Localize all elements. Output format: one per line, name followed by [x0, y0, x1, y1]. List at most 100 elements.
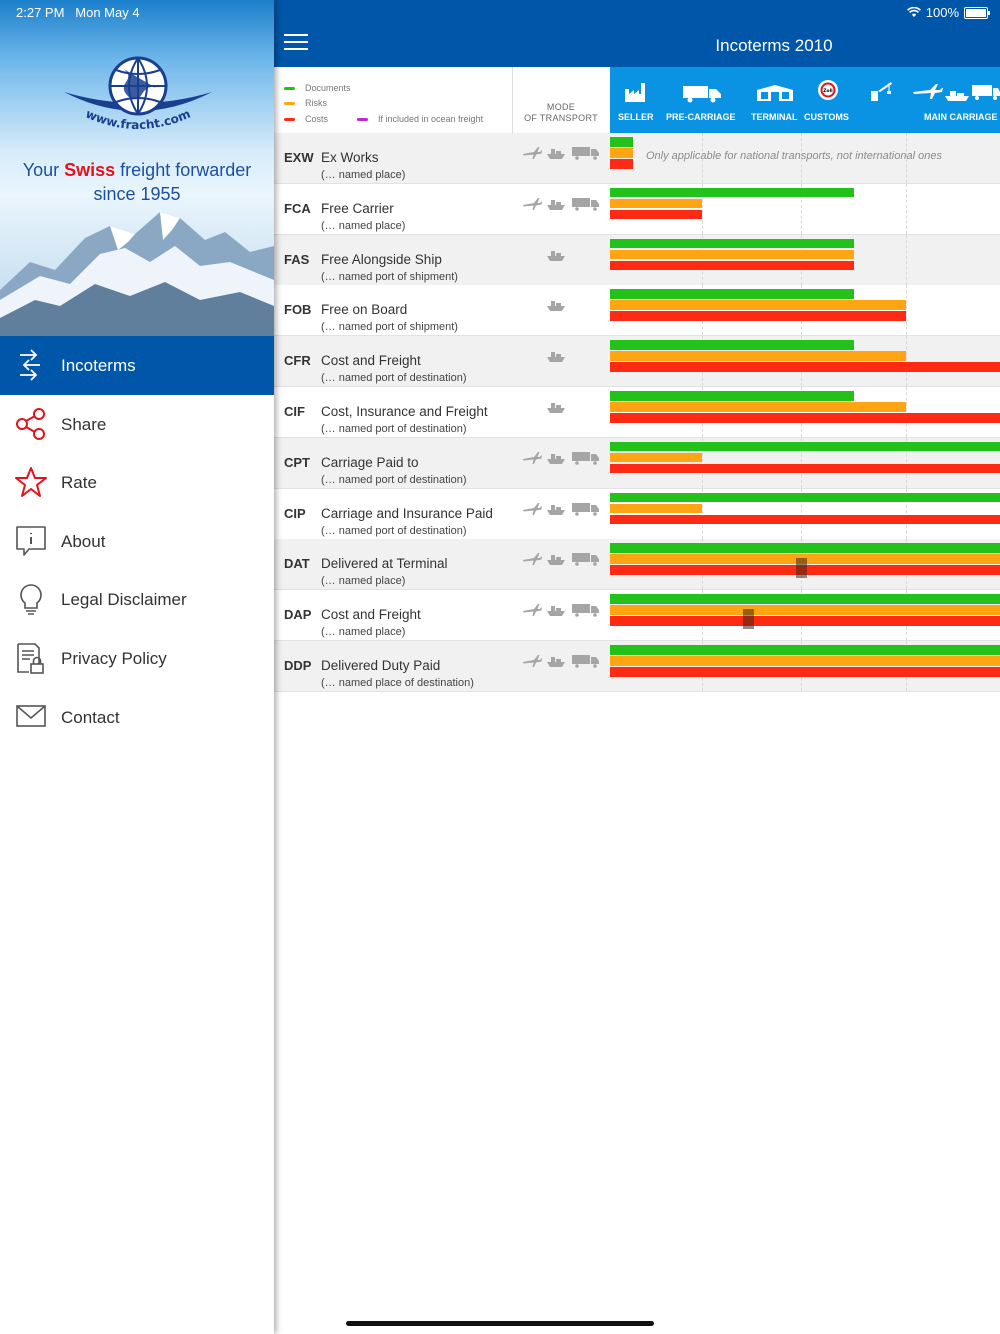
mode-header-line2: OF TRANSPORT	[524, 113, 598, 123]
legend-ocean-note: If included in ocean freight	[378, 114, 484, 124]
battery-percent: 100%	[925, 5, 959, 20]
sidebar-item-label: Share	[61, 415, 107, 434]
phase-terminal: TERMINAL	[751, 112, 798, 122]
incoterm-row-fob[interactable]: FOB Free on Board (… named port of shipmen…	[274, 285, 1000, 337]
documents-bar	[610, 645, 1000, 655]
phase-divider	[906, 234, 908, 285]
incoterm-row-dap[interactable]: DAP Cost and Freight (… named place)	[274, 590, 1000, 642]
incoterm-place: (… named port of destination)	[321, 524, 467, 537]
home-indicator[interactable]	[346, 1321, 654, 1326]
documents-bar	[610, 391, 854, 401]
incoterm-row-exw[interactable]: EXW Ex Works (… named place) Only applicabl…	[274, 133, 1000, 184]
documents-bar	[610, 492, 1000, 503]
incoterm-place: (… named port of destination)	[321, 423, 467, 435]
costs-bar	[610, 159, 634, 169]
incoterm-name: Delivered Duty Paid	[321, 658, 441, 673]
document-lock-icon	[17, 643, 44, 674]
sidebar-item-privacy-policy[interactable]: Privacy Policy	[0, 629, 274, 687]
responsibility-chart	[610, 336, 1000, 387]
risks-bar	[610, 300, 907, 310]
exchange-icon	[20, 349, 40, 381]
tagline-since: since 1955	[93, 184, 181, 204]
sidebar-item-share[interactable]: Share	[0, 395, 274, 453]
documents-bar	[610, 543, 1000, 553]
transport-mode-icons	[547, 301, 565, 312]
incoterm-code: FOB	[284, 302, 312, 318]
exw-note: Only applicable for national transports,…	[646, 150, 942, 162]
sidebar-item-label: Privacy Policy	[61, 649, 167, 668]
risks-bar	[610, 249, 854, 260]
chart-legend: Documents Risks Costs If included in oce…	[274, 67, 513, 133]
menu-icon[interactable]	[284, 34, 308, 52]
lightbulb-icon	[20, 584, 42, 615]
transport-mode-icons	[523, 147, 599, 160]
status-date: Mon May 4	[75, 5, 140, 20]
incoterm-name: Cost and Freight	[321, 353, 421, 369]
documents-bar	[610, 340, 854, 350]
documents-bar	[610, 238, 854, 249]
sidebar-item-label: Rate	[61, 473, 97, 492]
factory-icon	[625, 83, 645, 102]
side-menu: www.fracht.com Your Swiss freight forwar…	[0, 0, 274, 1334]
incoterm-name: Ex Works	[321, 150, 379, 165]
tagline: Your Swiss freight forwarder since 1955	[0, 158, 274, 206]
incoterm-row-cpt[interactable]: CPT Carriage Paid to (… named port of dest…	[274, 437, 1000, 489]
sidebar-item-rate[interactable]: Rate	[0, 453, 274, 511]
sidebar-item-incoterms[interactable]: Incoterms	[0, 336, 274, 395]
incoterm-row-dat[interactable]: DAT Delivered at Terminal (… named place)	[274, 539, 1000, 591]
documents-bar	[610, 137, 634, 147]
responsibility-chart	[610, 183, 1000, 234]
incoterm-row-cip[interactable]: CIP Carriage and Insurance Paid (… named p…	[274, 488, 1000, 540]
navigation-bar: Incoterms 2010	[274, 0, 1000, 67]
incoterm-name: Carriage Paid to	[321, 454, 419, 470]
risks-bar	[610, 402, 907, 412]
sidebar-item-about[interactable]: About	[0, 512, 274, 570]
incoterm-place: (… named port of shipment)	[321, 270, 458, 283]
incoterm-place: (… named port of shipment)	[321, 321, 458, 334]
risks-bar	[610, 198, 702, 209]
documents-bar	[610, 594, 1000, 604]
incoterm-row-fas[interactable]: FAS Free Alongside Ship (… named port of s…	[274, 234, 1000, 286]
main-carriage-icons	[913, 84, 1000, 101]
tagline-suffix: freight forwarder	[115, 160, 252, 180]
sidebar-item-label: Legal Disclaimer	[61, 590, 187, 609]
sidebar-item-legal-disclaimer[interactable]: Legal Disclaimer	[0, 570, 274, 628]
transport-mode-icons	[523, 197, 599, 211]
costs-bar	[610, 616, 1000, 626]
risks-bar	[610, 452, 702, 463]
documents-bar	[610, 289, 854, 299]
phase-customs: CUSTOMS	[804, 112, 849, 122]
incoterm-row-ddp[interactable]: DDP Delivered Duty Paid (… named place of …	[274, 641, 1000, 692]
page-title: Incoterms 2010	[715, 36, 833, 55]
legend-ocean-swatch	[357, 118, 368, 121]
legend-documents-swatch	[284, 87, 295, 90]
legend-documents: Documents	[305, 83, 351, 93]
mail-icon	[16, 705, 46, 727]
transport-mode-icons	[523, 604, 599, 617]
costs-bar	[610, 463, 1000, 474]
incoterm-name: Cost and Freight	[321, 607, 421, 623]
truck-icon	[683, 86, 721, 103]
costs-bar	[610, 311, 907, 321]
incoterm-code: FAS	[284, 251, 310, 267]
incoterm-name: Carriage and Insurance Paid	[321, 505, 493, 521]
transport-mode-icons	[547, 352, 565, 363]
transport-mode-icons	[547, 250, 565, 261]
transfer-point-marker	[743, 609, 755, 630]
responsibility-chart: Only applicable for national transports,…	[610, 133, 1000, 183]
incoterm-row-cif[interactable]: CIF Cost, Insurance and Freight (… named p…	[274, 387, 1000, 438]
incoterm-row-fca[interactable]: FCA Free Carrier (… named place)	[274, 183, 1000, 235]
phase-divider	[906, 183, 908, 234]
incoterm-name: Free on Board	[321, 302, 408, 318]
transport-mode-icons	[523, 553, 599, 567]
incoterm-code: CIF	[284, 404, 305, 419]
costs-bar	[610, 209, 702, 220]
incoterm-row-cfr[interactable]: CFR Cost and Freight (… named port of dest…	[274, 336, 1000, 388]
incoterm-code: CIP	[284, 505, 306, 521]
customs-sign-text: Zoll	[823, 88, 833, 94]
costs-bar	[610, 413, 1000, 423]
tagline-swiss: Swiss	[64, 160, 116, 180]
sidebar-item-label: About	[61, 532, 106, 551]
documents-bar	[610, 441, 1000, 452]
sidebar-item-contact[interactable]: Contact	[0, 688, 274, 746]
